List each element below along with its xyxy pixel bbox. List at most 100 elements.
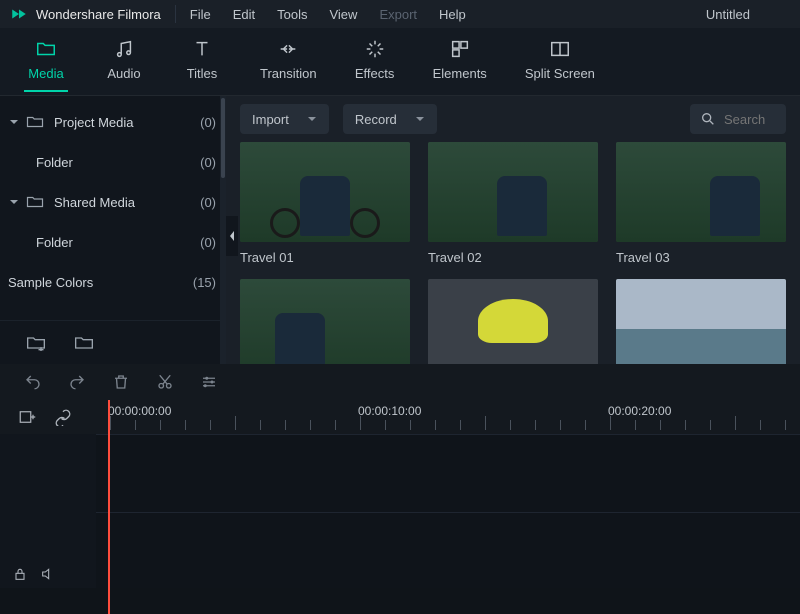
clip-thumbnail xyxy=(616,142,786,242)
clip-card[interactable] xyxy=(428,279,598,364)
sparkle-icon xyxy=(364,38,386,60)
ruler-tick xyxy=(435,420,436,430)
tree-label: Folder xyxy=(36,235,200,250)
tab-titles[interactable]: Titles xyxy=(172,32,232,91)
ruler-tick xyxy=(360,416,361,430)
clip-card[interactable]: Travel 02 xyxy=(428,142,598,265)
track-controls xyxy=(12,566,56,582)
delete-icon[interactable] xyxy=(112,373,130,391)
tab-media[interactable]: Media xyxy=(16,32,76,91)
menu-file[interactable]: File xyxy=(190,7,211,22)
add-track-icon[interactable] xyxy=(18,408,36,426)
ruler-tick xyxy=(310,420,311,430)
clip-caption: Travel 03 xyxy=(616,250,786,265)
app-logo-icon xyxy=(10,5,28,23)
ruler-tick xyxy=(710,420,711,430)
undo-icon[interactable] xyxy=(24,373,42,391)
ruler-tick xyxy=(660,420,661,430)
clip-thumbnail xyxy=(616,279,786,364)
clip-thumbnail xyxy=(428,142,598,242)
title-bar: Wondershare Filmora File Edit Tools View… xyxy=(0,0,800,28)
folder-icon xyxy=(26,115,44,129)
menu-tools[interactable]: Tools xyxy=(277,7,307,22)
tree-label: Sample Colors xyxy=(8,275,193,290)
ruler-tick xyxy=(460,420,461,430)
tab-effects[interactable]: Effects xyxy=(345,32,405,91)
text-icon xyxy=(191,38,213,60)
menu-export: Export xyxy=(379,7,417,22)
dropdown-label: Import xyxy=(252,112,289,127)
ruler-left-controls xyxy=(0,400,96,434)
tab-transition[interactable]: Transition xyxy=(250,32,327,91)
tool-tabs: Media Audio Titles Transition Effects El… xyxy=(0,28,800,96)
time-label: 00:00:00:00 xyxy=(108,404,171,418)
ruler-tick xyxy=(735,416,736,430)
menu-edit[interactable]: Edit xyxy=(233,7,255,22)
tree-count: (0) xyxy=(200,115,216,130)
music-icon xyxy=(113,38,135,60)
ruler-tick xyxy=(235,416,236,430)
search-input[interactable] xyxy=(724,112,776,127)
tree-count: (15) xyxy=(193,275,216,290)
folder-icon xyxy=(35,38,57,60)
clip-card[interactable] xyxy=(616,279,786,364)
tab-elements[interactable]: Elements xyxy=(423,32,497,91)
sidebar-item-sample-colors[interactable]: Sample Colors (15) xyxy=(0,262,216,302)
main-area: Project Media (0) Folder (0) Shared Medi… xyxy=(0,96,800,364)
record-dropdown[interactable]: Record xyxy=(343,104,437,134)
sidebar-item-shared-folder[interactable]: Folder (0) xyxy=(0,222,216,262)
search-box[interactable] xyxy=(690,104,786,134)
sidebar-item-project-folder[interactable]: Folder (0) xyxy=(0,142,216,182)
track-header xyxy=(0,434,96,588)
timeline-ruler[interactable]: 00:00:00:00 00:00:10:00 00:00:20:00 xyxy=(96,400,800,434)
link-icon[interactable] xyxy=(54,408,72,426)
tree-label: Folder xyxy=(36,155,200,170)
clip-card[interactable] xyxy=(240,279,410,364)
mute-icon[interactable] xyxy=(40,566,56,582)
timeline-tracks[interactable] xyxy=(0,434,800,588)
redo-icon[interactable] xyxy=(68,373,86,391)
tab-audio[interactable]: Audio xyxy=(94,32,154,91)
tree-count: (0) xyxy=(200,195,216,210)
cut-icon[interactable] xyxy=(156,373,174,391)
ruler-tick xyxy=(535,420,536,430)
chevron-left-icon xyxy=(228,230,236,242)
timeline-toolbar xyxy=(0,364,800,400)
settings-sliders-icon[interactable] xyxy=(200,373,218,391)
collapse-sidebar-button[interactable] xyxy=(226,216,238,256)
ruler-tick xyxy=(135,420,136,430)
clip-card[interactable]: Travel 01 xyxy=(240,142,410,265)
tab-label: Transition xyxy=(260,66,317,81)
ruler-tick xyxy=(160,420,161,430)
browser-toolbar: Import Record xyxy=(226,96,800,142)
menubar: File Edit Tools View Export Help xyxy=(190,7,466,22)
ruler-tick xyxy=(110,416,111,430)
folder-icon[interactable] xyxy=(74,335,94,351)
clip-caption: Travel 02 xyxy=(428,250,598,265)
import-dropdown[interactable]: Import xyxy=(240,104,329,134)
lock-icon[interactable] xyxy=(12,566,28,582)
sidebar-item-project-media[interactable]: Project Media (0) xyxy=(0,102,216,142)
new-folder-icon[interactable] xyxy=(26,335,46,351)
ruler-tick xyxy=(510,420,511,430)
tab-split-screen[interactable]: Split Screen xyxy=(515,32,605,91)
tab-label: Audio xyxy=(107,66,140,81)
tab-label: Titles xyxy=(187,66,218,81)
download-icon[interactable] xyxy=(576,285,592,301)
tab-label: Split Screen xyxy=(525,66,595,81)
menu-help[interactable]: Help xyxy=(439,7,466,22)
ruler-tick xyxy=(610,416,611,430)
search-icon xyxy=(700,111,716,127)
clip-grid: Travel 01 Travel 02 Travel 03 xyxy=(226,142,800,364)
ruler-tick xyxy=(260,420,261,430)
tree-label: Shared Media xyxy=(54,195,200,210)
document-title: Untitled xyxy=(706,7,750,22)
clip-card[interactable]: Travel 03 xyxy=(616,142,786,265)
tab-label: Elements xyxy=(433,66,487,81)
ruler-tick xyxy=(485,416,486,430)
track-divider xyxy=(96,434,800,435)
menu-view[interactable]: View xyxy=(329,7,357,22)
time-label: 00:00:10:00 xyxy=(358,404,421,418)
sidebar-item-shared-media[interactable]: Shared Media (0) xyxy=(0,182,216,222)
app-name: Wondershare Filmora xyxy=(36,7,161,22)
